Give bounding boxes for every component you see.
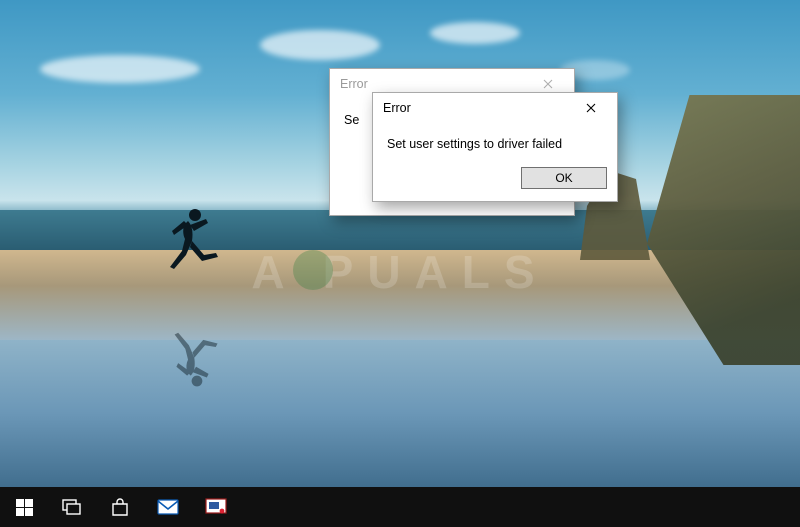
- wallpaper-runner-reflection: [165, 305, 220, 390]
- dialog-footer: OK: [373, 161, 617, 201]
- dialog-title: Error: [383, 101, 411, 115]
- dialog-message: Se: [344, 113, 359, 127]
- windows-logo-icon: [16, 499, 33, 516]
- taskbar[interactable]: [0, 487, 800, 527]
- store-icon: [110, 497, 130, 517]
- close-icon: [586, 103, 596, 113]
- desktop[interactable]: APUALS Error Se Error Set user settings …: [0, 0, 800, 527]
- task-view-icon: [62, 499, 82, 515]
- cloud: [260, 30, 380, 60]
- dialog-message: Set user settings to driver failed: [387, 137, 562, 151]
- cloud: [430, 22, 520, 44]
- start-button[interactable]: [0, 487, 48, 527]
- error-dialog-foreground[interactable]: Error Set user settings to driver failed…: [372, 92, 618, 202]
- wallpaper-runner: [160, 205, 220, 300]
- ok-button[interactable]: OK: [521, 167, 607, 189]
- mail-app[interactable]: [144, 487, 192, 527]
- cloud: [40, 55, 200, 83]
- mail-icon: [157, 498, 179, 516]
- close-button[interactable]: [571, 97, 611, 119]
- dialog-title: Error: [340, 77, 368, 91]
- wallpaper-reflection: [0, 340, 800, 487]
- task-view-button[interactable]: [48, 487, 96, 527]
- titlebar[interactable]: Error: [373, 93, 617, 123]
- dialog-body: Set user settings to driver failed: [373, 123, 617, 161]
- close-icon: [543, 79, 553, 89]
- store-app[interactable]: [96, 487, 144, 527]
- snip-icon: [205, 498, 227, 516]
- snipping-app[interactable]: [192, 487, 240, 527]
